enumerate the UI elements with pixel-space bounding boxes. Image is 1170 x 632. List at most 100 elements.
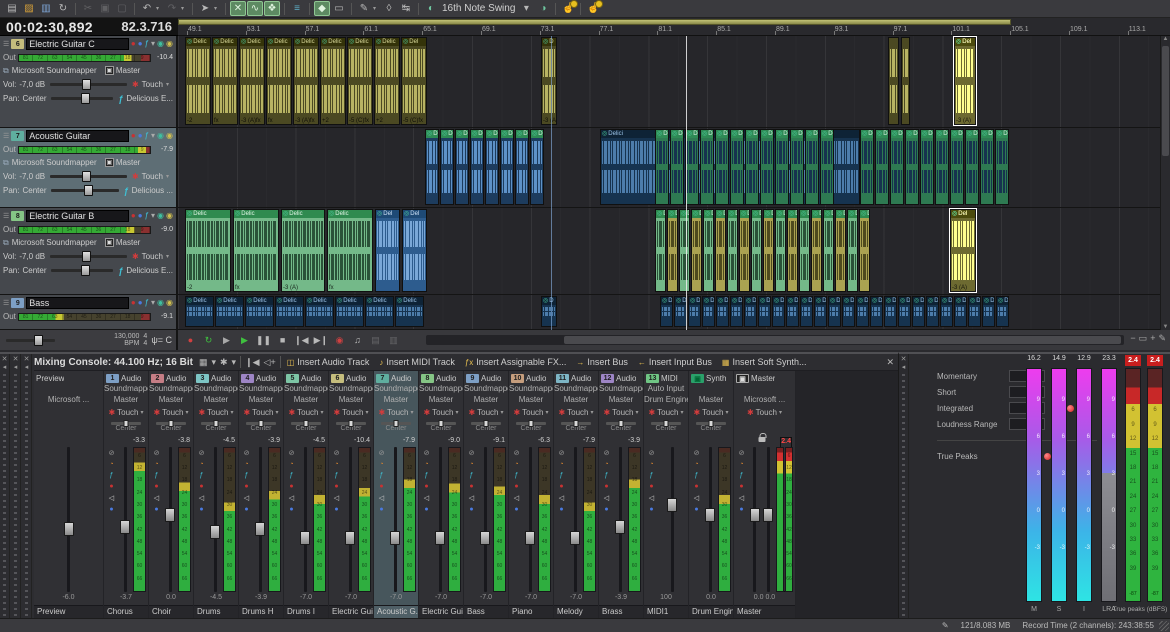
volume-fader[interactable] xyxy=(439,447,442,592)
volume-fader[interactable] xyxy=(349,447,352,592)
record-arm-icon[interactable]: ● xyxy=(424,483,428,490)
gain-icon[interactable]: ◔ xyxy=(334,461,338,468)
volume-fader[interactable] xyxy=(767,447,770,592)
chevron-down-icon[interactable]: ▾ xyxy=(366,409,369,416)
io-button[interactable]: ▥ xyxy=(387,335,400,346)
mute-icon[interactable]: ● xyxy=(559,506,563,513)
audio-clip[interactable]: ◎Del xyxy=(700,129,714,205)
lock-icon[interactable] xyxy=(758,437,765,442)
fx-icon[interactable]: ƒ xyxy=(145,211,149,221)
edit-tool-icon[interactable]: ✎ xyxy=(1158,333,1166,344)
time-display[interactable]: 00:02:30,892 82.3.716 xyxy=(0,18,178,36)
gain-icon[interactable]: ◔ xyxy=(379,461,383,468)
vertical-scroll-thumb[interactable] xyxy=(1162,46,1169,156)
volume-fader[interactable] xyxy=(214,447,217,592)
volume-slider[interactable] xyxy=(50,83,127,86)
reset-indicator[interactable] xyxy=(1044,453,1051,460)
time-sig-numerator[interactable]: 4 xyxy=(143,333,147,340)
audio-clip[interactable]: ◎Del xyxy=(530,129,544,205)
bus-assignment-label[interactable]: Master xyxy=(419,395,463,406)
insert-bus-button[interactable]: →Insert Bus xyxy=(576,357,628,367)
volume-value[interactable]: -7,0 dB xyxy=(19,172,45,181)
automation-mode-control[interactable]: ✱Touch▾ xyxy=(644,406,688,419)
master-volume-handle[interactable] xyxy=(34,335,43,346)
automation-mode-control[interactable]: ✱Touch▾ xyxy=(329,406,373,419)
audio-clip[interactable]: ◎Delic-5 (C)fx xyxy=(347,37,373,125)
automation-mode-control[interactable]: ✱Touch▾ xyxy=(194,406,238,419)
fx-chain-icon[interactable]: ◉ xyxy=(166,39,173,49)
audio-clip[interactable]: ◎Del xyxy=(954,296,967,327)
audio-clip[interactable]: ◎Del xyxy=(715,129,729,205)
audio-clip[interactable]: ◎Del xyxy=(920,129,934,205)
audio-clip[interactable]: ◎Del xyxy=(730,296,743,327)
pan-control[interactable]: Center xyxy=(599,419,643,436)
audio-clip[interactable]: ◎Del xyxy=(786,296,799,327)
audio-clip[interactable]: ◎Del xyxy=(440,129,454,205)
volume-slider[interactable] xyxy=(50,255,127,258)
audio-clip[interactable]: ◎Delicfx xyxy=(212,37,238,125)
audio-clip[interactable]: ◎Del xyxy=(968,296,981,327)
volume-fader[interactable] xyxy=(169,447,172,592)
audio-clip[interactable]: ◎Delic xyxy=(395,296,424,327)
fader-handle[interactable] xyxy=(120,520,130,534)
bar-beat-position[interactable]: 82.3.716 xyxy=(121,19,172,34)
time-signature[interactable]: 4 4 xyxy=(143,333,147,347)
gain-icon[interactable]: ◔ xyxy=(559,461,563,468)
groove-pool-icon[interactable]: ◐ xyxy=(423,1,439,16)
audio-clip[interactable] xyxy=(901,37,910,125)
audio-clip[interactable]: ◎Del xyxy=(655,129,669,205)
groove-erase-icon[interactable]: ◑ xyxy=(535,1,551,16)
save-icon[interactable]: ▥ xyxy=(38,1,54,16)
pan-handle[interactable] xyxy=(709,420,714,427)
pan-handle[interactable] xyxy=(349,420,354,427)
mute-icon[interactable]: ● xyxy=(154,506,158,513)
audio-clip[interactable]: ◎Del xyxy=(455,129,469,205)
bus-select[interactable]: ▣Master xyxy=(105,158,140,167)
automation-mode-control[interactable]: ✱Touch▾ xyxy=(509,406,553,419)
output-device-label[interactable] xyxy=(734,384,795,395)
audio-clip[interactable]: ◎Del xyxy=(799,209,810,292)
pan-slider[interactable] xyxy=(246,422,276,425)
audio-clip[interactable]: ◎Delic-2 xyxy=(185,209,231,292)
phase-icon[interactable]: ⊘ xyxy=(604,449,610,457)
fx-plugin-name[interactable]: Delicious ... xyxy=(132,186,173,195)
audio-clip[interactable]: ◎Del xyxy=(730,129,744,205)
audio-clip[interactable]: ◎Del xyxy=(500,129,514,205)
bus-assignment-label[interactable]: Master xyxy=(554,395,598,406)
input-monitor-icon[interactable]: ◁ xyxy=(469,494,474,502)
volume-fader[interactable] xyxy=(259,447,262,592)
mute-icon[interactable]: ● xyxy=(514,506,518,513)
automation-gear-icon[interactable]: ✱ xyxy=(132,80,139,89)
fader-handle[interactable] xyxy=(763,508,773,522)
volume-fader[interactable] xyxy=(709,447,712,592)
fader-handle[interactable] xyxy=(705,508,715,522)
input-monitor-icon[interactable]: ◁ xyxy=(334,494,339,502)
audio-clip[interactable]: ◎Delicfx xyxy=(266,37,292,125)
dock-handle-loudness[interactable]: ✕◂ xyxy=(899,354,909,618)
reset-indicator[interactable] xyxy=(1067,405,1074,412)
bus-assignment-label[interactable]: Master xyxy=(194,395,238,406)
fx-icon[interactable]: ƒ xyxy=(155,472,159,479)
input-monitor-icon[interactable]: ◁ xyxy=(109,494,114,502)
close-icon[interactable]: ✕ xyxy=(13,355,19,363)
gain-icon[interactable]: ◔ xyxy=(604,461,608,468)
output-device-label[interactable]: Soundmapper xyxy=(599,384,643,395)
bus-assignment-label[interactable]: Master xyxy=(599,395,643,406)
record-arm-icon[interactable]: ● xyxy=(131,131,136,141)
gain-icon[interactable]: ◔ xyxy=(424,461,428,468)
bus-assignment-label[interactable]: Master xyxy=(239,395,283,406)
phase-icon[interactable]: ⊘ xyxy=(469,449,475,457)
channel-name[interactable]: MIDI1 xyxy=(644,605,688,618)
phase-icon[interactable]: ⊘ xyxy=(154,449,160,457)
record-arm-icon[interactable]: ● xyxy=(604,483,608,490)
copy-icon[interactable]: ▣ xyxy=(97,1,113,16)
cut-icon[interactable]: ✂ xyxy=(80,1,96,16)
gain-icon[interactable]: ◔ xyxy=(199,461,203,468)
pan-control[interactable]: Center xyxy=(509,419,553,436)
pan-handle[interactable] xyxy=(169,420,174,427)
mute-icon[interactable]: ● xyxy=(604,506,608,513)
channel-name[interactable]: Bass xyxy=(464,605,508,618)
tempo-display[interactable]: 130,000 BPM xyxy=(114,333,139,347)
insert-input-bus-button[interactable]: ←Insert Input Bus xyxy=(638,357,712,367)
audio-clip[interactable]: ◎Del xyxy=(775,209,786,292)
